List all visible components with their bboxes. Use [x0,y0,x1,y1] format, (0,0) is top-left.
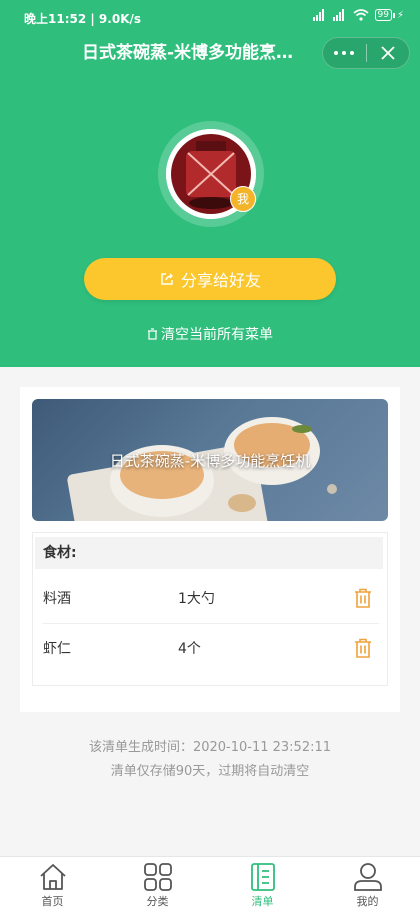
signal-icon [312,9,327,21]
tab-home[interactable]: 首页 [0,857,105,910]
clear-menu-button[interactable]: 清空当前所有菜单 [0,324,420,344]
ingredient-qty: 1大勺 [178,591,215,607]
share-button[interactable]: 分享给好友 [84,258,336,300]
tab-label: 首页 [41,895,64,908]
battery-icon: 99 ⚡ [374,9,404,21]
tab-label: 分类 [146,895,169,908]
share-icon [161,273,173,285]
status-time: 晚上11:52 | 9.0K/s [24,12,142,26]
tab-profile[interactable]: 我的 [315,857,420,910]
close-icon [381,46,395,60]
home-icon [39,864,66,890]
signal-icon [332,9,347,21]
retention-note: 清单仅存储90天，过期将自动清空 [110,764,310,779]
ingredient-row: 料酒 1大勺 [33,573,387,623]
tab-label: 我的 [356,895,379,908]
mini-program-capsule [322,37,410,69]
ingredient-qty: 4个 [178,641,201,657]
avatar-ring: 我 [158,121,264,227]
more-dots-icon [334,51,355,55]
user-icon [353,863,382,891]
trash-icon[interactable] [352,637,374,659]
trash-icon[interactable] [352,587,374,609]
tab-category[interactable]: 分类 [105,857,210,910]
battery-level: 99 [374,9,392,21]
tab-list[interactable]: 清单 [210,857,315,910]
ingredient-row: 虾仁 4个 [33,623,387,673]
clear-menu-label: 清空当前所有菜单 [161,327,273,343]
page-title: 日式茶碗蒸-米博多功能烹… [82,43,294,63]
status-icons: 99 ⚡ [312,9,404,21]
close-button[interactable] [366,38,409,68]
list-icon [250,863,275,891]
share-label: 分享给好友 [180,271,261,290]
recipe-card: 日式茶碗蒸-米博多功能烹饪机 食材: 料酒 1大勺 虾仁 4个 [20,387,400,712]
ingredients-box: 食材: 料酒 1大勺 虾仁 4个 [32,532,388,686]
charging-icon: ⚡ [396,9,404,21]
ingredient-name: 虾仁 [43,641,71,657]
header-background: 晚上11:52 | 9.0K/s 99 ⚡ 日式茶碗蒸-米博多功能烹… 我 分享… [0,0,420,367]
wifi-icon [352,9,369,21]
ingredients-header: 食材: [35,537,383,569]
ingredient-name: 料酒 [43,591,71,607]
recipe-banner[interactable]: 日式茶碗蒸-米博多功能烹饪机 [32,399,388,521]
recipe-title: 日式茶碗蒸-米博多功能烹饪机 [109,451,311,470]
trash-small-icon [148,328,157,340]
me-badge: 我 [230,186,256,212]
status-bar: 晚上11:52 | 9.0K/s 99 ⚡ [0,0,420,34]
grid-icon [143,863,172,891]
tab-bar: 首页 分类 清单 我的 [0,856,420,910]
tab-label: 清单 [251,895,274,908]
generated-time-note: 该清单生成时间：2020-10-11 23:52:11 [88,740,332,755]
more-button[interactable] [323,38,366,68]
